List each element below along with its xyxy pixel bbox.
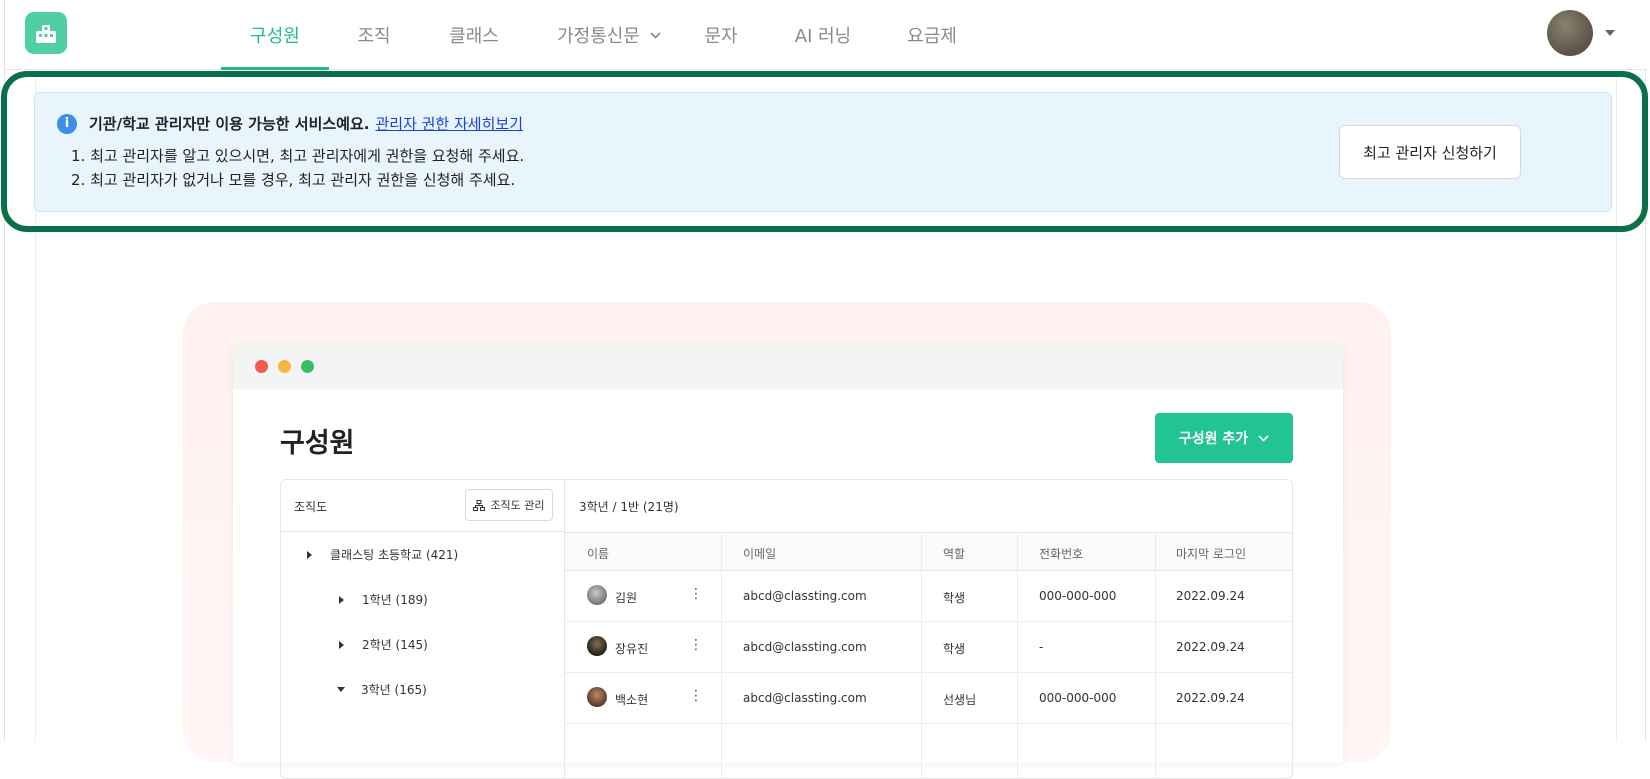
chevron-down-icon <box>1258 434 1269 442</box>
org-tree-icon <box>473 499 486 511</box>
nav-tab-classes[interactable]: 클래스 <box>419 0 529 70</box>
member-phone: 000-000-000 <box>1039 691 1117 705</box>
nav-tab-label: 클래스 <box>449 26 499 47</box>
nav-tab-ai-learning[interactable]: AI 러닝 <box>753 0 893 70</box>
caret-right-icon <box>339 640 344 649</box>
add-member-button[interactable]: 구성원 추가 <box>1155 413 1293 463</box>
member-last-login: 2022.09.24 <box>1176 640 1245 654</box>
org-chart-header: 조직도 조직도 관리 <box>281 480 565 532</box>
window-minimize-dot-icon <box>278 360 291 373</box>
admin-notice-banner: i 기관/학교 관리자만 이용 가능한 서비스예요. 관리자 권한 자세히보기 … <box>34 92 1612 212</box>
apply-super-admin-button[interactable]: 최고 관리자 신청하기 <box>1339 125 1521 179</box>
members-panel: 조직도 조직도 관리 클래스팅 초등학교 (421) 1학년 (189) 2학년… <box>280 479 1293 779</box>
nav-tab-organization[interactable]: 조직 <box>329 0 419 70</box>
preview-page-title: 구성원 <box>280 428 355 459</box>
members-table: 3학년 / 1반 (21명) 이름 이메일 역할 전화번호 마지막 로그인 김원… <box>565 480 1292 778</box>
tree-item-label: 1학년 (189) <box>362 593 428 607</box>
preview-window: 구성원 구성원 추가 조직도 조직도 관리 클래스팅 초등학교 (421) 1학… <box>233 343 1343 779</box>
member-phone: 000-000-000 <box>1039 589 1117 603</box>
column-header-phone: 전화번호 <box>1039 547 1084 561</box>
caret-right-icon <box>339 595 344 604</box>
member-email: abcd@classting.com <box>743 589 867 603</box>
manage-org-chart-button[interactable]: 조직도 관리 <box>465 489 553 521</box>
nav-tab-label: 가정통신문 <box>557 26 640 47</box>
org-chart-title: 조직도 <box>294 500 328 514</box>
tree-item[interactable]: 클래스팅 초등학교 (421) <box>307 546 458 563</box>
notice-headline: 기관/학교 관리자만 이용 가능한 서비스예요. <box>89 115 370 133</box>
more-options-icon[interactable]: ⋮ <box>689 637 703 653</box>
top-navigation-bar: 구성원 조직 클래스 가정통신문 문자 AI 러닝 요금제 <box>5 0 1647 70</box>
member-role: 선생님 <box>943 693 977 707</box>
member-avatar <box>587 636 607 656</box>
member-phone: - <box>1039 640 1044 654</box>
window-close-dot-icon <box>255 360 268 373</box>
caret-down-icon[interactable] <box>1605 30 1615 36</box>
member-last-login: 2022.09.24 <box>1176 691 1245 705</box>
member-name: 김원 <box>615 591 638 605</box>
tree-item-label: 2학년 (145) <box>362 638 428 652</box>
nav-tab-label: 조직 <box>357 26 391 47</box>
caret-right-icon <box>307 550 312 559</box>
main-nav: 구성원 조직 클래스 가정통신문 문자 AI 러닝 요금제 <box>221 0 971 70</box>
nav-tab-newsletter[interactable]: 가정통신문 <box>529 0 689 70</box>
column-header-role: 역할 <box>943 547 966 561</box>
member-name: 장유진 <box>615 642 649 656</box>
more-options-icon[interactable]: ⋮ <box>689 586 703 602</box>
member-role: 학생 <box>943 591 966 605</box>
nav-tab-label: AI 러닝 <box>794 26 852 47</box>
member-role: 학생 <box>943 642 966 656</box>
nav-tab-label: 요금제 <box>907 26 957 47</box>
table-row[interactable]: 장유진 ⋮ abcd@classting.com 학생 - 2022.09.24 <box>565 622 1292 673</box>
tree-item-label: 3학년 (165) <box>361 683 427 697</box>
table-row[interactable]: 백소현 ⋮ abcd@classting.com 선생님 000-000-000… <box>565 673 1292 724</box>
member-last-login: 2022.09.24 <box>1176 589 1245 603</box>
chevron-down-icon <box>650 31 661 39</box>
notice-headline-row: i 기관/학교 관리자만 이용 가능한 서비스예요. 관리자 권한 자세히보기 <box>57 113 523 134</box>
tree-item[interactable]: 1학년 (189) <box>339 591 428 608</box>
notice-line-1: 1. 최고 관리자를 알고 있으시면, 최고 관리자에게 권한을 요청해 주세요… <box>71 147 525 165</box>
add-member-label: 구성원 추가 <box>1178 431 1249 447</box>
table-row[interactable]: 김원 ⋮ abcd@classting.com 학생 000-000-000 2… <box>565 571 1292 622</box>
info-icon: i <box>57 113 77 134</box>
column-header-email: 이메일 <box>743 547 777 561</box>
tree-item[interactable]: 2학년 (145) <box>339 636 428 653</box>
member-email: abcd@classting.com <box>743 691 867 705</box>
member-email: abcd@classting.com <box>743 640 867 654</box>
profile-menu[interactable] <box>1547 10 1615 56</box>
caret-down-icon <box>337 687 345 692</box>
avatar[interactable] <box>1547 10 1593 56</box>
classting-logo-icon[interactable] <box>25 12 67 54</box>
nav-tab-pricing[interactable]: 요금제 <box>893 0 971 70</box>
tree-item[interactable]: 3학년 (165) <box>337 681 427 698</box>
window-maximize-dot-icon <box>301 360 314 373</box>
tree-item-label: 클래스팅 초등학교 (421) <box>330 548 459 562</box>
more-options-icon[interactable]: ⋮ <box>689 688 703 704</box>
manage-org-chart-label: 조직도 관리 <box>490 499 545 512</box>
table-header-row: 이름 이메일 역할 전화번호 마지막 로그인 <box>565 533 1292 571</box>
column-header-name: 이름 <box>587 547 610 561</box>
org-chart-sidebar: 조직도 조직도 관리 클래스팅 초등학교 (421) 1학년 (189) 2학년… <box>281 480 565 778</box>
table-group-title: 3학년 / 1반 (21명) <box>579 500 679 514</box>
window-titlebar <box>233 343 1343 389</box>
notice-line-2: 2. 최고 관리자가 없거나 모를 경우, 최고 관리자 권한을 신청해 주세요… <box>71 171 516 189</box>
nav-tab-sms[interactable]: 문자 <box>689 0 753 70</box>
member-avatar <box>587 687 607 707</box>
column-header-last-login: 마지막 로그인 <box>1176 547 1247 561</box>
nav-tab-label: 문자 <box>704 26 738 47</box>
member-avatar <box>587 585 607 605</box>
nav-tab-label: 구성원 <box>250 26 300 47</box>
nav-tab-members[interactable]: 구성원 <box>221 0 329 70</box>
member-name: 백소현 <box>615 693 649 707</box>
admin-permission-details-link[interactable]: 관리자 권한 자세히보기 <box>375 113 523 134</box>
